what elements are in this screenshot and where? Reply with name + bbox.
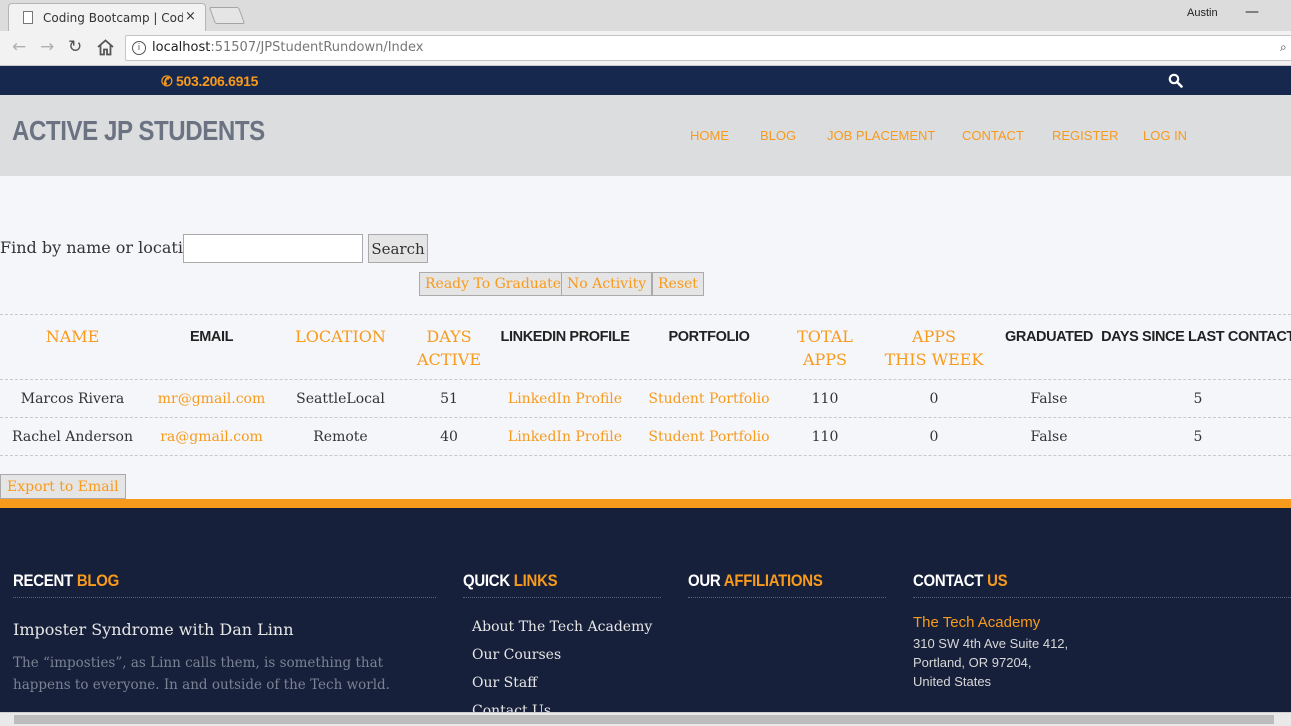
nav-home[interactable]: HOME bbox=[690, 128, 729, 143]
site-footer: RECENT BLOG QUICK LINKS OUR AFFILIATIONS… bbox=[0, 508, 1291, 712]
home-icon[interactable] bbox=[96, 39, 115, 56]
footer-divider bbox=[913, 597, 1291, 598]
cell-linkedin-link[interactable]: LinkedIn Profile bbox=[495, 380, 635, 418]
cell-total-apps: 110 bbox=[811, 429, 839, 445]
search-icon[interactable] bbox=[1168, 73, 1183, 88]
header-days-active[interactable]: DAYS ACTIVE bbox=[403, 325, 495, 371]
quick-link-staff[interactable]: Our Staff bbox=[472, 675, 537, 691]
forward-arrow-icon[interactable]: → bbox=[40, 37, 54, 57]
nav-register[interactable]: REGISTER bbox=[1052, 128, 1118, 143]
contact-address-line: 310 SW 4th Ave Suite 412, bbox=[913, 636, 1069, 651]
reload-icon[interactable]: ↻ bbox=[68, 37, 82, 57]
main-content: Find by name or location: Search Ready T… bbox=[0, 176, 1291, 499]
header-portfolio: PORTFOLIO bbox=[668, 329, 750, 345]
tab-title: Coding Bootcamp | Code bbox=[43, 11, 183, 25]
cell-total-apps: 110 bbox=[811, 391, 839, 407]
blog-post-title[interactable]: Imposter Syndrome with Dan Linn bbox=[13, 620, 294, 639]
cell-days-active: 40 bbox=[440, 429, 458, 445]
cell-name: Marcos Rivera bbox=[20, 391, 125, 407]
new-tab-button[interactable] bbox=[208, 7, 246, 24]
cell-location: SeattleLocal bbox=[296, 391, 385, 407]
cell-email-link[interactable]: ra@gmail.com bbox=[145, 418, 278, 456]
site-header: ACTIVE JP STUDENTS HOME BLOG JOB PLACEME… bbox=[0, 95, 1291, 176]
footer-divider bbox=[688, 597, 886, 598]
quick-link-courses[interactable]: Our Courses bbox=[472, 647, 561, 663]
browser-toolbar: ← → ↻ i localhost:51507/JPStudentRundown… bbox=[0, 31, 1291, 66]
header-apps-this-week[interactable]: APPS THIS WEEK bbox=[867, 325, 1001, 371]
contact-address-line: United States bbox=[913, 674, 992, 689]
info-icon[interactable]: i bbox=[132, 41, 146, 55]
footer-heading-recent-blog: RECENT BLOG bbox=[13, 571, 119, 590]
search-input[interactable] bbox=[183, 234, 363, 263]
header-name[interactable]: NAME bbox=[0, 325, 145, 348]
footer-heading-affiliations: OUR AFFILIATIONS bbox=[688, 571, 823, 590]
page-title: ACTIVE JP STUDENTS bbox=[12, 115, 265, 146]
cell-location: Remote bbox=[313, 429, 368, 445]
footer-divider bbox=[463, 597, 661, 598]
footer-heading-quick-links: QUICK LINKS bbox=[463, 571, 558, 590]
tab-close-icon[interactable]: × bbox=[185, 9, 196, 24]
no-activity-button[interactable]: No Activity bbox=[561, 272, 653, 296]
table-header-row: NAME EMAIL LOCATION DAYS ACTIVE LINKEDIN … bbox=[0, 314, 1291, 380]
contact-org-name[interactable]: The Tech Academy bbox=[913, 614, 1040, 631]
footer-accent-stripe bbox=[0, 499, 1291, 508]
header-graduated: GRADUATED bbox=[1005, 329, 1093, 345]
contact-address-line: Portland, OR 97204, bbox=[913, 655, 1032, 670]
nav-job-placement[interactable]: JOB PLACEMENT bbox=[827, 128, 935, 143]
ready-to-graduate-button[interactable]: Ready To Graduate bbox=[419, 272, 568, 296]
blog-post-excerpt: The “imposties”, as Linn calls them, is … bbox=[13, 655, 390, 693]
footer-heading-contact: CONTACT US bbox=[913, 571, 1008, 590]
cell-portfolio-link[interactable]: Student Portfolio bbox=[635, 418, 783, 456]
scrollbar-thumb[interactable] bbox=[14, 715, 1274, 724]
nav-blog[interactable]: BLOG bbox=[760, 128, 796, 143]
site-topbar: ✆ 503.206.6915 bbox=[0, 66, 1291, 95]
nav-log-in[interactable]: LOG IN bbox=[1143, 128, 1187, 143]
document-icon bbox=[23, 11, 33, 24]
url-text: localhost:51507/JPStudentRundown/Index bbox=[152, 40, 424, 55]
header-total-apps[interactable]: TOTAL APPS bbox=[783, 325, 867, 371]
table-row: Marcos Rivera mr@gmail.com SeattleLocal … bbox=[0, 380, 1291, 418]
cell-name: Rachel Anderson bbox=[12, 429, 133, 445]
phone-icon: ✆ bbox=[161, 73, 173, 89]
cell-days-since-contact: 5 bbox=[1193, 429, 1203, 445]
cell-apps-this-week: 0 bbox=[929, 391, 939, 407]
cell-email-link[interactable]: mr@gmail.com bbox=[145, 380, 278, 418]
minimize-icon[interactable]: — bbox=[1245, 4, 1259, 20]
cell-apps-this-week: 0 bbox=[929, 429, 939, 445]
phone-number[interactable]: ✆ 503.206.6915 bbox=[161, 73, 258, 90]
back-arrow-icon[interactable]: ← bbox=[12, 37, 26, 57]
cell-graduated: False bbox=[1030, 391, 1068, 407]
cell-days-active: 51 bbox=[440, 391, 458, 407]
quick-link-contact[interactable]: Contact Us bbox=[472, 703, 551, 712]
footer-divider bbox=[13, 597, 436, 598]
quick-link-about[interactable]: About The Tech Academy bbox=[472, 619, 652, 635]
browser-tab[interactable]: Coding Bootcamp | Code × bbox=[8, 3, 206, 31]
cell-portfolio-link[interactable]: Student Portfolio bbox=[635, 380, 783, 418]
header-email: EMAIL bbox=[189, 329, 234, 345]
reset-button[interactable]: Reset bbox=[652, 272, 704, 296]
cell-linkedin-link[interactable]: LinkedIn Profile bbox=[495, 418, 635, 456]
header-linkedin: LINKEDIN PROFILE bbox=[500, 329, 630, 345]
browser-tabstrip: Coding Bootcamp | Code × Austin — bbox=[0, 0, 1291, 31]
search-button[interactable]: Search bbox=[368, 234, 428, 263]
cell-graduated: False bbox=[1030, 429, 1068, 445]
table-row: Rachel Anderson ra@gmail.com Remote 40 L… bbox=[0, 418, 1291, 456]
header-location[interactable]: LOCATION bbox=[278, 325, 403, 348]
export-to-email-button[interactable]: Export to Email bbox=[0, 474, 126, 499]
profile-name[interactable]: Austin bbox=[1187, 7, 1218, 19]
address-bar[interactable]: i localhost:51507/JPStudentRundown/Index… bbox=[125, 35, 1291, 61]
cell-days-since-contact: 5 bbox=[1193, 391, 1203, 407]
search-label: Find by name or location: bbox=[0, 238, 209, 257]
horizontal-scrollbar[interactable] bbox=[0, 712, 1291, 726]
nav-contact[interactable]: CONTACT bbox=[962, 128, 1024, 143]
header-days-since-contact: DAYS SINCE LAST CONTACT bbox=[1101, 329, 1291, 345]
zoom-icon[interactable]: ⌕ bbox=[1280, 40, 1287, 55]
